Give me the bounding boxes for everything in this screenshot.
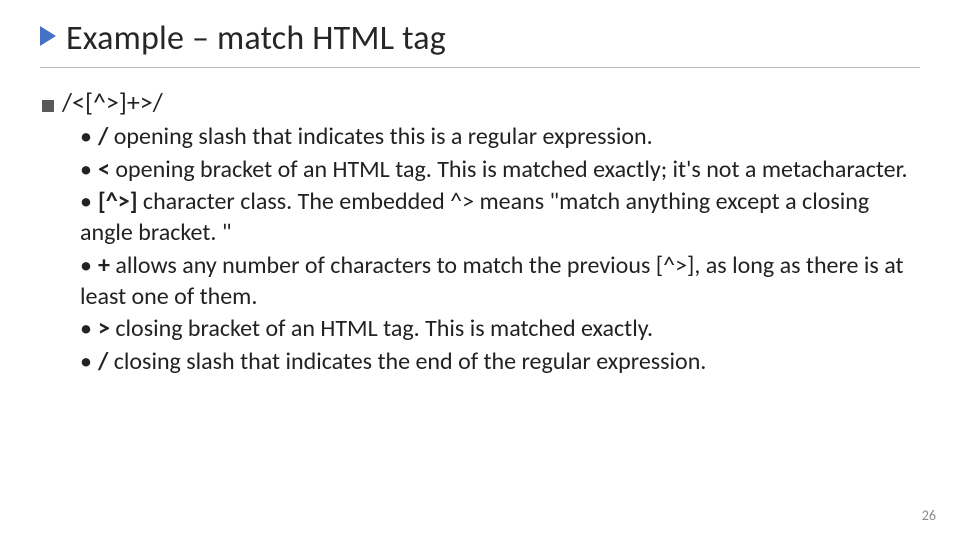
title-divider (40, 67, 920, 68)
symbol: + (98, 251, 110, 282)
desc: closing slash that indicates the end of … (108, 347, 706, 376)
desc: closing bracket of an HTML tag. This is … (110, 314, 653, 343)
list-item: •/ closing slash that indicates the end … (80, 347, 920, 378)
bullet-icon: • (80, 187, 98, 218)
desc: opening bracket of an HTML tag. This is … (110, 155, 908, 184)
bullet-icon: • (80, 251, 98, 282)
title-row: Example – match HTML tag (40, 18, 920, 59)
list-item: •< opening bracket of an HTML tag. This … (80, 155, 920, 186)
arrow-right-icon (40, 26, 56, 46)
desc: allows any number of characters to match… (80, 251, 904, 311)
list-item: •/ opening slash that indicates this is … (80, 122, 920, 153)
slide: Example – match HTML tag /<[^>]+>/ •/ op… (0, 0, 960, 540)
symbol: / (98, 347, 108, 378)
symbol: / (98, 122, 108, 153)
bullet-icon: • (80, 122, 98, 153)
slide-title: Example – match HTML tag (66, 18, 446, 59)
list-item: •> closing bracket of an HTML tag. This … (80, 314, 920, 345)
explanation-list: •/ opening slash that indicates this is … (42, 122, 920, 378)
symbol: > (98, 314, 110, 345)
bullet-icon: • (80, 347, 98, 378)
desc: opening slash that indicates this is a r… (108, 122, 652, 151)
list-item: •[^>] character class. The embedded ^> m… (80, 187, 920, 248)
list-item: •+ allows any number of characters to ma… (80, 251, 920, 312)
slide-body: /<[^>]+>/ •/ opening slash that indicate… (40, 86, 920, 378)
square-bullet-icon (42, 100, 54, 112)
page-number: 26 (922, 507, 936, 524)
regex-text: /<[^>]+>/ (62, 86, 163, 118)
symbol: [^>] (98, 187, 138, 218)
desc: character class. The embedded ^> means "… (80, 187, 869, 247)
bullet-icon: • (80, 155, 98, 186)
regex-line: /<[^>]+>/ (42, 86, 920, 118)
bullet-icon: • (80, 314, 98, 345)
symbol: < (98, 155, 110, 186)
